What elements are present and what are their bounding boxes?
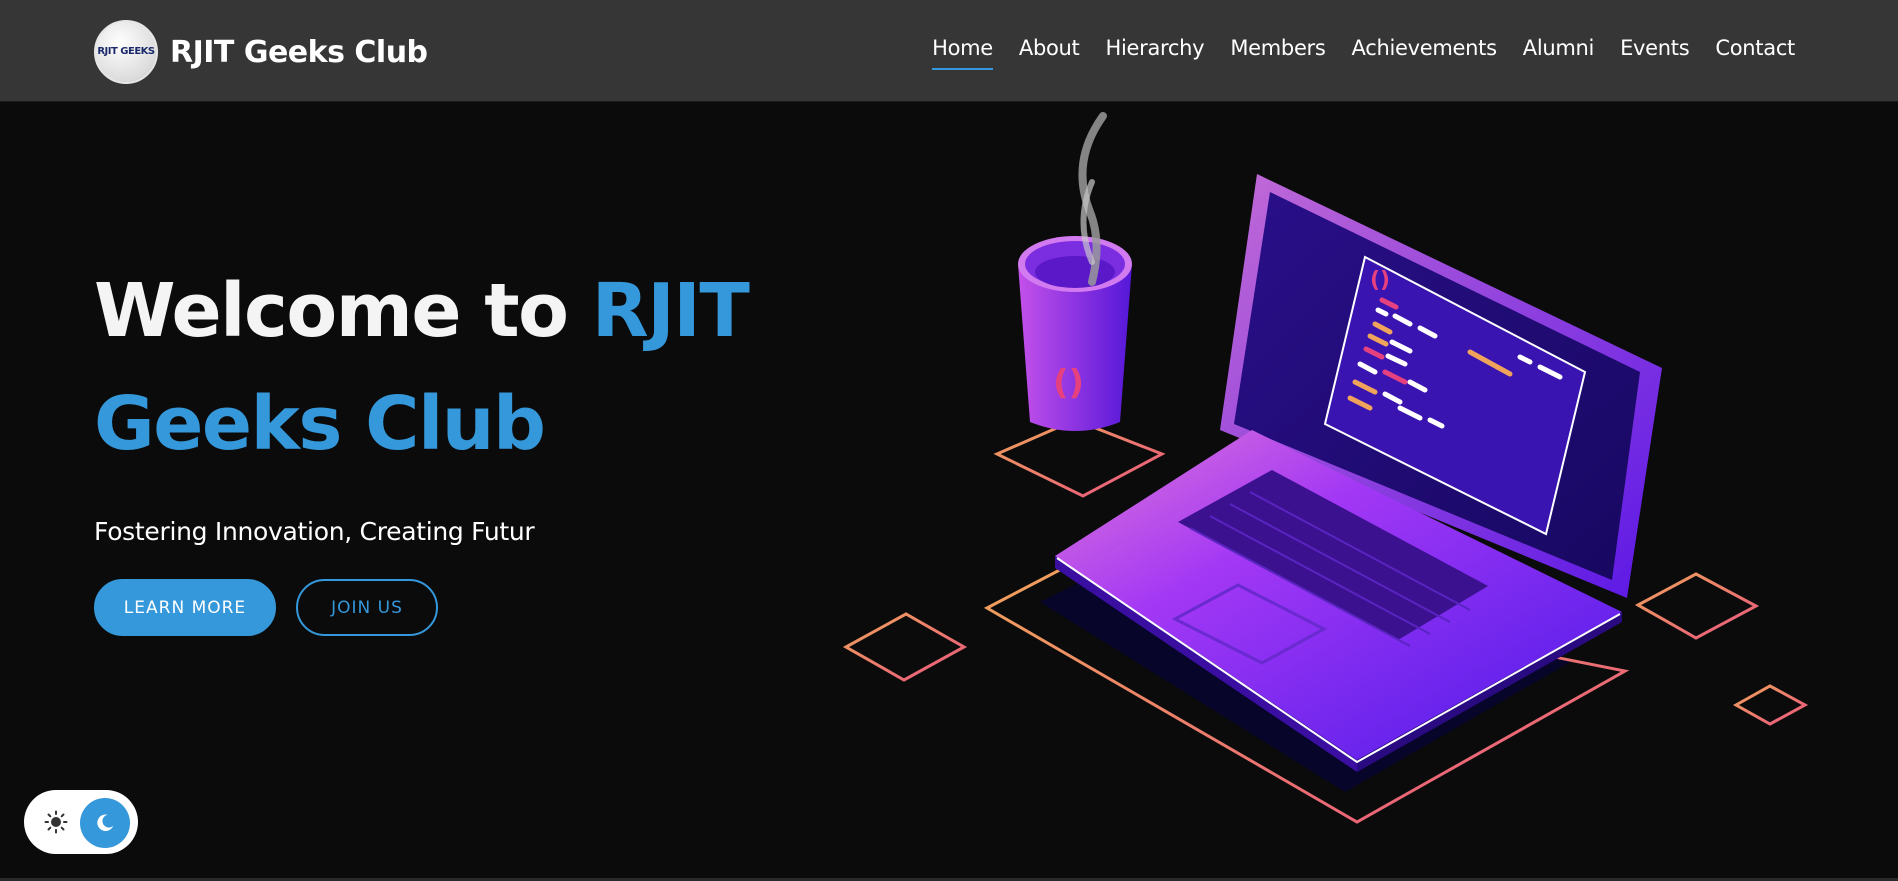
nav-item-home[interactable]: Home [932,36,993,70]
learn-more-button[interactable]: LEARN MORE [94,579,276,636]
hero-title-prefix: Welcome to [94,268,592,354]
decor-diamond-small [1732,684,1809,726]
moon-icon [97,814,114,831]
hero-tagline: Fostering Innovation, Creating Futur [94,517,535,546]
hero-title-accent-rjit: RJIT [591,268,750,354]
svg-text:(): () [1053,363,1084,403]
nav-item-achievements[interactable]: Achievements [1352,36,1498,68]
hero-title-accent-club: Geeks Club [94,381,546,467]
nav-item-hierarchy[interactable]: Hierarchy [1106,36,1205,68]
nav-item-events[interactable]: Events [1620,36,1690,68]
brand-name: RJIT Geeks Club [170,34,428,70]
hero-title: Welcome to RJIT Geeks Club [94,255,814,481]
decor-diamond-right [1634,572,1760,640]
moon-toggle-knob[interactable] [80,798,130,848]
nav-item-contact[interactable]: Contact [1715,36,1795,68]
theme-toggle[interactable] [24,790,138,854]
nav-item-alumni[interactable]: Alumni [1523,36,1595,68]
nav-menu: Home About Hierarchy Members Achievement… [906,36,1795,70]
cup-coaster-outline [993,418,1166,498]
logo-text: RJIT GEEKS [97,46,155,57]
laptop-coffee-illustration: () () [842,112,1809,824]
navbar: RJIT GEEKS RJIT Geeks Club Home About Hi… [0,0,1898,102]
join-us-button[interactable]: JOIN US [296,579,438,636]
club-logo: RJIT GEEKS [94,20,158,84]
brand-link[interactable]: RJIT GEEKS RJIT Geeks Club [94,20,428,84]
decor-diamond-left [842,612,968,682]
hero-buttons: LEARN MORE JOIN US [94,579,814,636]
nav-item-about[interactable]: About [1019,36,1080,68]
hero-illustration: () () [830,102,1830,842]
nav-item-members[interactable]: Members [1230,36,1326,68]
sun-icon [44,810,68,834]
svg-text:(): () [1370,268,1390,293]
hero-section: Welcome to RJIT Geeks Club Fostering Inno… [94,255,814,636]
